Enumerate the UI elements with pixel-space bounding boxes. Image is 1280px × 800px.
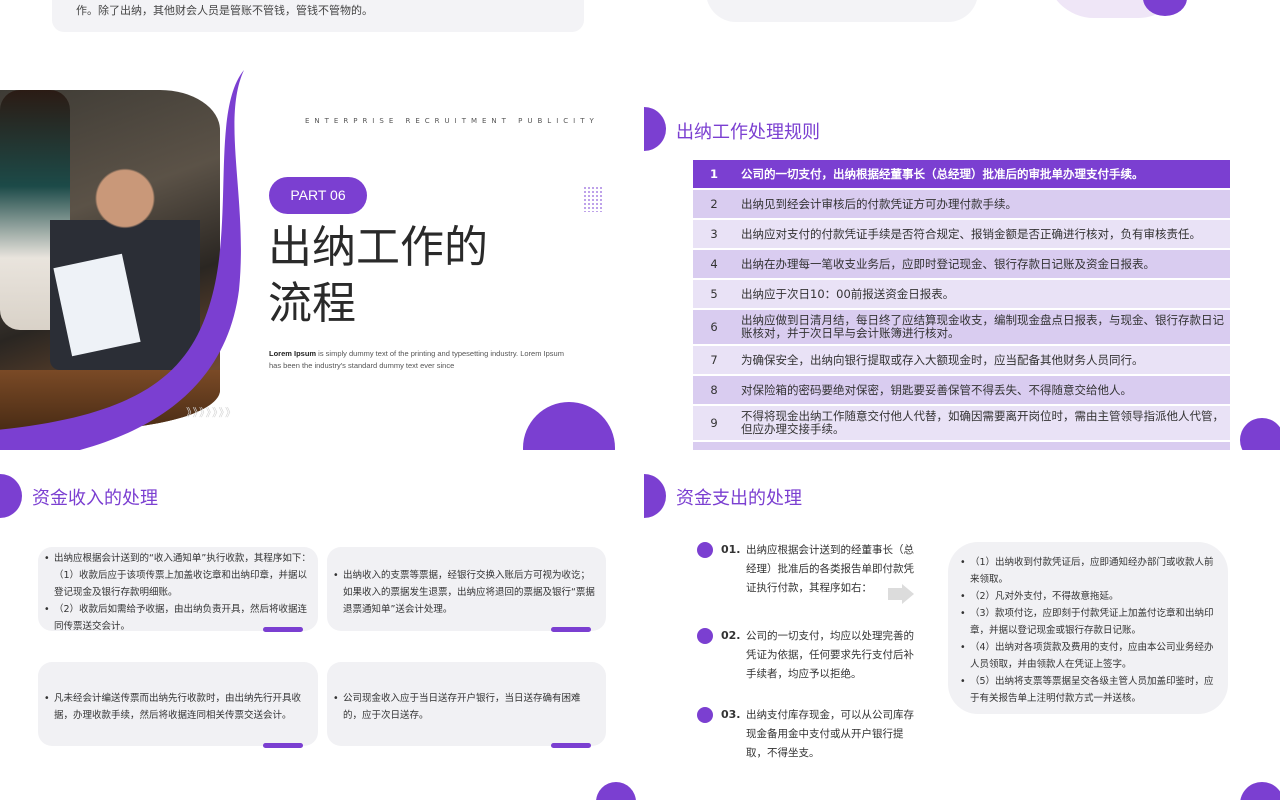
- rules-slide: 出纳工作处理规则 1 公司的一切支付，出纳根据经董事长（总经理）批准后的审批单办理…: [644, 40, 1280, 450]
- cover-title-line2: 流程: [268, 278, 356, 329]
- step-marker: [697, 542, 713, 558]
- decor-circle: [596, 782, 636, 800]
- table-row: 10出纳人员所使用的各种印章，应妥善保管，银行预留印鉴章应由专人负责保管。: [693, 441, 1230, 450]
- card-accent-bar: [263, 743, 303, 748]
- chevron-arrows-icon: 》》》》》》》: [186, 406, 237, 419]
- step-marker: [697, 707, 713, 723]
- decor-half-circle: [523, 402, 615, 450]
- step-number: 01.: [721, 543, 741, 556]
- cover-slide: ENTERPRISE RECRUITMENT PUBLICITY PART 06…: [0, 40, 636, 450]
- rules-table: 1 公司的一切支付，出纳根据经董事长（总经理）批准后的审批单办理支付手续。 2 出纳…: [693, 160, 1230, 450]
- expense-procedure-text: （1）出纳收到付款凭证后，应即通知经办部门或收款人前来领取。 （2）凡对外支付，…: [960, 554, 1222, 707]
- table-row: 4 出纳在办理每一笔收支业务后，应即时登记现金、银行存款日记账及资金日报表。: [693, 249, 1230, 280]
- card-accent-bar: [551, 627, 591, 632]
- table-row: 5 出纳应于次日10：00前报送资金日报表。: [693, 279, 1230, 310]
- table-row: 2 出纳见到经会计审核后的付款凭证方可办理付款手续。: [693, 189, 1230, 220]
- decor-side-circle: [0, 474, 22, 518]
- cover-description: Lorem Ipsum is simply dummy text of the …: [269, 348, 569, 372]
- top-left-text: 作。除了出纳，其他财会人员是管账不管钱，管钱不管物的。: [76, 4, 373, 17]
- office-photo: [0, 90, 220, 430]
- table-row: 8 对保险箱的密码要绝对保密，钥匙要妥善保管不得丢失、不得随意交给他人。: [693, 375, 1230, 406]
- income-card-2-text: 出纳收入的支票等票据，经银行交换入账后方可视为收讫；如果收入的票据发生退票，出纳…: [333, 567, 599, 618]
- dots-decor: [583, 186, 603, 212]
- decor-circle: [1240, 418, 1280, 450]
- table-row: 7 为确保安全，出纳向银行提取或存入大额现金时，应当配备其他财务人员同行。: [693, 345, 1230, 376]
- decor-side-circle: [644, 107, 666, 151]
- step-number: 02.: [721, 629, 741, 642]
- income-card-1-text: 出纳应根据会计送到的“收入通知单”执行收款，其程序如下： （1）收款后应于该项传…: [44, 550, 314, 635]
- step-text: 出纳支付库存现金，可以从公司库存现金备用金中支付或从开户银行提取，不得坐支。: [746, 709, 914, 759]
- cover-title-line1: 出纳工作的: [268, 222, 488, 273]
- step-text: 公司的一切支付，均应以处理完善的凭证为依据，任何要求先行支付后补手续者，均应予以…: [746, 630, 914, 680]
- step-marker: [697, 628, 713, 644]
- cover-desc-bold: Lorem Ipsum: [269, 349, 317, 358]
- step-number: 03.: [721, 708, 741, 721]
- part-badge: PART 06: [269, 177, 367, 214]
- expense-slide: 资金支出的处理 01. 出纳应根据会计送到的经董事长（总经理）批准后的各类报告单…: [644, 458, 1280, 800]
- card-accent-bar: [263, 627, 303, 632]
- table-row: 6 出纳应做到日清月结，每日终了应结算现金收支，编制现金盘点日报表，与现金、银行存…: [693, 309, 1230, 346]
- top-right-card: [706, 0, 978, 22]
- rules-heading: 出纳工作处理规则: [676, 122, 820, 143]
- income-slide: 资金收入的处理 出纳应根据会计送到的“收入通知单”执行收款，其程序如下： （1）…: [0, 458, 636, 800]
- cover-title: 出纳工作的 流程: [268, 220, 568, 332]
- card-accent-bar: [551, 743, 591, 748]
- table-row: 3 出纳应对支付的付款凭证手续是否符合规定、报销金额是否正确进行核对，负有审核责任…: [693, 219, 1230, 250]
- expense-heading: 资金支出的处理: [676, 488, 802, 509]
- cover-subtitle: ENTERPRISE RECRUITMENT PUBLICITY: [305, 117, 599, 125]
- arrow-right-icon-head: [902, 584, 914, 604]
- table-row: 1 公司的一切支付，出纳根据经董事长（总经理）批准后的审批单办理支付手续。: [693, 160, 1230, 190]
- table-row: 9 不得将现金出纳工作随意交付他人代替，如确因需要离开岗位时，需由主管领导指派他人…: [693, 405, 1230, 442]
- income-card-4-text: 公司现金收入应于当日送存开户银行，当日送存确有困难的，应于次日送存。: [333, 690, 599, 724]
- arrow-right-icon: [888, 588, 902, 600]
- decor-circle: [1240, 782, 1280, 800]
- income-heading: 资金收入的处理: [32, 488, 158, 509]
- decor-side-circle: [644, 474, 666, 518]
- income-card-3-text: 凡未经会计编送传票而出纳先行收款时，由出纳先行开具收据，办理收款手续，然后将收据…: [44, 690, 314, 724]
